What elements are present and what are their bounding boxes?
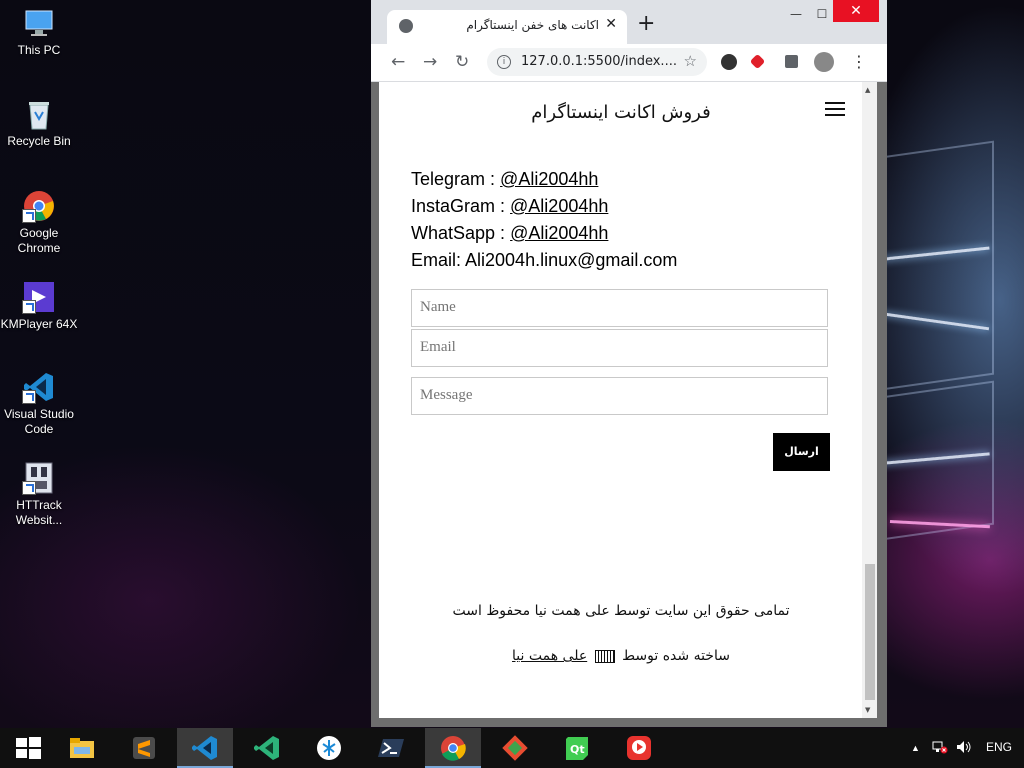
- reload-icon[interactable]: ↻: [455, 52, 469, 72]
- taskbar-vscode[interactable]: [177, 728, 233, 768]
- contact-instagram: InstaGram : @Ali2004hh: [411, 193, 677, 220]
- taskbar-sublime-text[interactable]: [116, 728, 172, 768]
- network-icon[interactable]: [932, 740, 948, 757]
- taskbar: Qt ▲ ENG: [0, 728, 1024, 768]
- sublime-text-icon: [133, 737, 155, 759]
- page-viewport[interactable]: فروش اکانت اینستاگرام Telegram : @Ali200…: [379, 82, 877, 718]
- close-window-button[interactable]: ✕: [833, 0, 879, 22]
- made-by-prefix: ساخته شده توسط: [622, 648, 730, 664]
- made-by-line: ساخته شده توسط علی همت نیا: [379, 648, 863, 664]
- taskbar-chrome[interactable]: [425, 728, 481, 768]
- name-input[interactable]: Name: [411, 289, 828, 327]
- instagram-link[interactable]: @Ali2004hh: [510, 196, 608, 216]
- desktop-icon-label: KMPlayer 64X: [0, 317, 78, 331]
- desktop-icon-label: Recycle Bin: [7, 134, 71, 148]
- taskbar-kmplayer-plus[interactable]: [611, 728, 667, 768]
- kebab-menu-icon[interactable]: ⋮: [851, 52, 867, 71]
- vertical-scrollbar[interactable]: ▲ ▼: [862, 82, 877, 718]
- url-text: 127.0.0.1:5500/index....: [521, 54, 677, 69]
- tab-title: اکانت های خفن اینستاگرام: [466, 18, 599, 32]
- hamburger-menu-icon[interactable]: [825, 98, 845, 120]
- taskbar-file-explorer[interactable]: [54, 728, 110, 768]
- scroll-down-arrow-icon[interactable]: ▼: [865, 706, 870, 714]
- bookmark-star-icon[interactable]: ☆: [684, 52, 697, 70]
- tab-strip: اکانت های خفن اینستاگرام ✕ + — ☐ ✕: [371, 0, 887, 44]
- vscode-icon: [192, 736, 217, 760]
- contact-list: Telegram : @Ali2004hh InstaGram : @Ali20…: [411, 166, 677, 274]
- visual-studio-icon: [254, 736, 279, 760]
- browser-toolbar: ← → ↻ i 127.0.0.1:5500/index.... ☆ ⋮: [371, 44, 887, 82]
- desktop-icon-vscode[interactable]: Visual Studio Code: [0, 370, 78, 437]
- powershell-icon: [378, 739, 404, 757]
- qt-creator-icon: Qt: [566, 737, 588, 760]
- tray-overflow-chevron-icon[interactable]: ▲: [911, 743, 920, 753]
- contact-label: WhatSapp :: [411, 223, 511, 243]
- profile-avatar-icon[interactable]: [814, 52, 834, 72]
- desktop-icon-recycle-bin[interactable]: Recycle Bin: [0, 97, 78, 149]
- address-bar[interactable]: i 127.0.0.1:5500/index.... ☆: [487, 48, 707, 76]
- keyboard-icon: [594, 649, 615, 663]
- email-input[interactable]: Email: [411, 329, 828, 367]
- contact-whatsapp: WhatSapp : @Ali2004hh: [411, 220, 677, 247]
- pycharm-icon: [317, 736, 341, 760]
- scroll-up-arrow-icon[interactable]: ▲: [865, 86, 870, 94]
- desktop-icon-this-pc[interactable]: This PC: [0, 6, 78, 58]
- globe-icon: [399, 19, 413, 33]
- page-title: فروش اکانت اینستاگرام: [531, 102, 711, 123]
- close-tab-icon[interactable]: ✕: [605, 16, 617, 32]
- kmplayer-plus-icon: [627, 736, 651, 760]
- desktop-icon-kmplayer[interactable]: KMPlayer 64X: [0, 280, 78, 332]
- scrollbar-thumb[interactable]: [865, 564, 875, 700]
- forward-arrow-icon[interactable]: →: [423, 52, 437, 72]
- volume-icon[interactable]: [956, 740, 972, 757]
- computer-icon: [22, 6, 56, 40]
- contact-telegram: Telegram : @Ali2004hh: [411, 166, 677, 193]
- desktop-icon-label: HTTrack Websit...: [15, 498, 63, 527]
- start-button[interactable]: [0, 728, 56, 768]
- taskbar-visual-studio[interactable]: [239, 728, 295, 768]
- message-textarea[interactable]: Message: [411, 377, 828, 415]
- browser-tab[interactable]: اکانت های خفن اینستاگرام ✕: [387, 10, 627, 44]
- telegram-link[interactable]: @Ali2004hh: [500, 169, 598, 189]
- taskbar-git-gui[interactable]: [487, 728, 543, 768]
- puzzle-extensions-icon[interactable]: [785, 55, 798, 68]
- extension-icon[interactable]: [749, 53, 766, 70]
- copyright-text: تمامی حقوق این سایت توسط علی همت نیا محف…: [452, 603, 790, 619]
- vscode-icon: [22, 370, 56, 404]
- chrome-icon: [22, 189, 56, 223]
- taskbar-pycharm[interactable]: [301, 728, 357, 768]
- git-gui-icon: [502, 735, 528, 761]
- contact-email: Email: Ali2004h.linux@gmail.com: [411, 250, 678, 270]
- desktop-icon-google-chrome[interactable]: Google Chrome: [0, 189, 78, 256]
- back-arrow-icon[interactable]: ←: [391, 52, 405, 72]
- whatsapp-link[interactable]: @Ali2004hh: [510, 223, 608, 243]
- contact-label: InstaGram :: [411, 196, 511, 216]
- desktop-icon-label: Visual Studio Code: [4, 407, 74, 436]
- extension-icon[interactable]: [721, 54, 737, 70]
- author-link[interactable]: علی همت نیا: [512, 648, 587, 664]
- chrome-icon: [441, 736, 466, 761]
- kmplayer-icon: [22, 280, 56, 314]
- browser-window[interactable]: اکانت های خفن اینستاگرام ✕ + — ☐ ✕ ← → ↻…: [371, 0, 887, 727]
- recycle-bin-icon: [22, 97, 56, 131]
- site-info-icon[interactable]: i: [497, 55, 511, 69]
- taskbar-qt-creator[interactable]: Qt: [549, 728, 605, 768]
- desktop-icon-label: This PC: [17, 43, 61, 57]
- svg-text:Qt: Qt: [570, 743, 585, 756]
- httrack-icon: [22, 461, 56, 495]
- desktop-icon-label: Google Chrome: [17, 226, 61, 255]
- desktop-icon-httrack[interactable]: HTTrack Websit...: [0, 461, 78, 528]
- contact-label: Telegram :: [411, 169, 501, 189]
- file-explorer-icon: [70, 738, 94, 758]
- windows-logo-icon: [16, 737, 41, 759]
- language-indicator[interactable]: ENG: [986, 740, 1012, 754]
- submit-button[interactable]: ارسال: [773, 433, 830, 471]
- taskbar-powershell[interactable]: [363, 728, 419, 768]
- new-tab-button[interactable]: +: [637, 13, 655, 35]
